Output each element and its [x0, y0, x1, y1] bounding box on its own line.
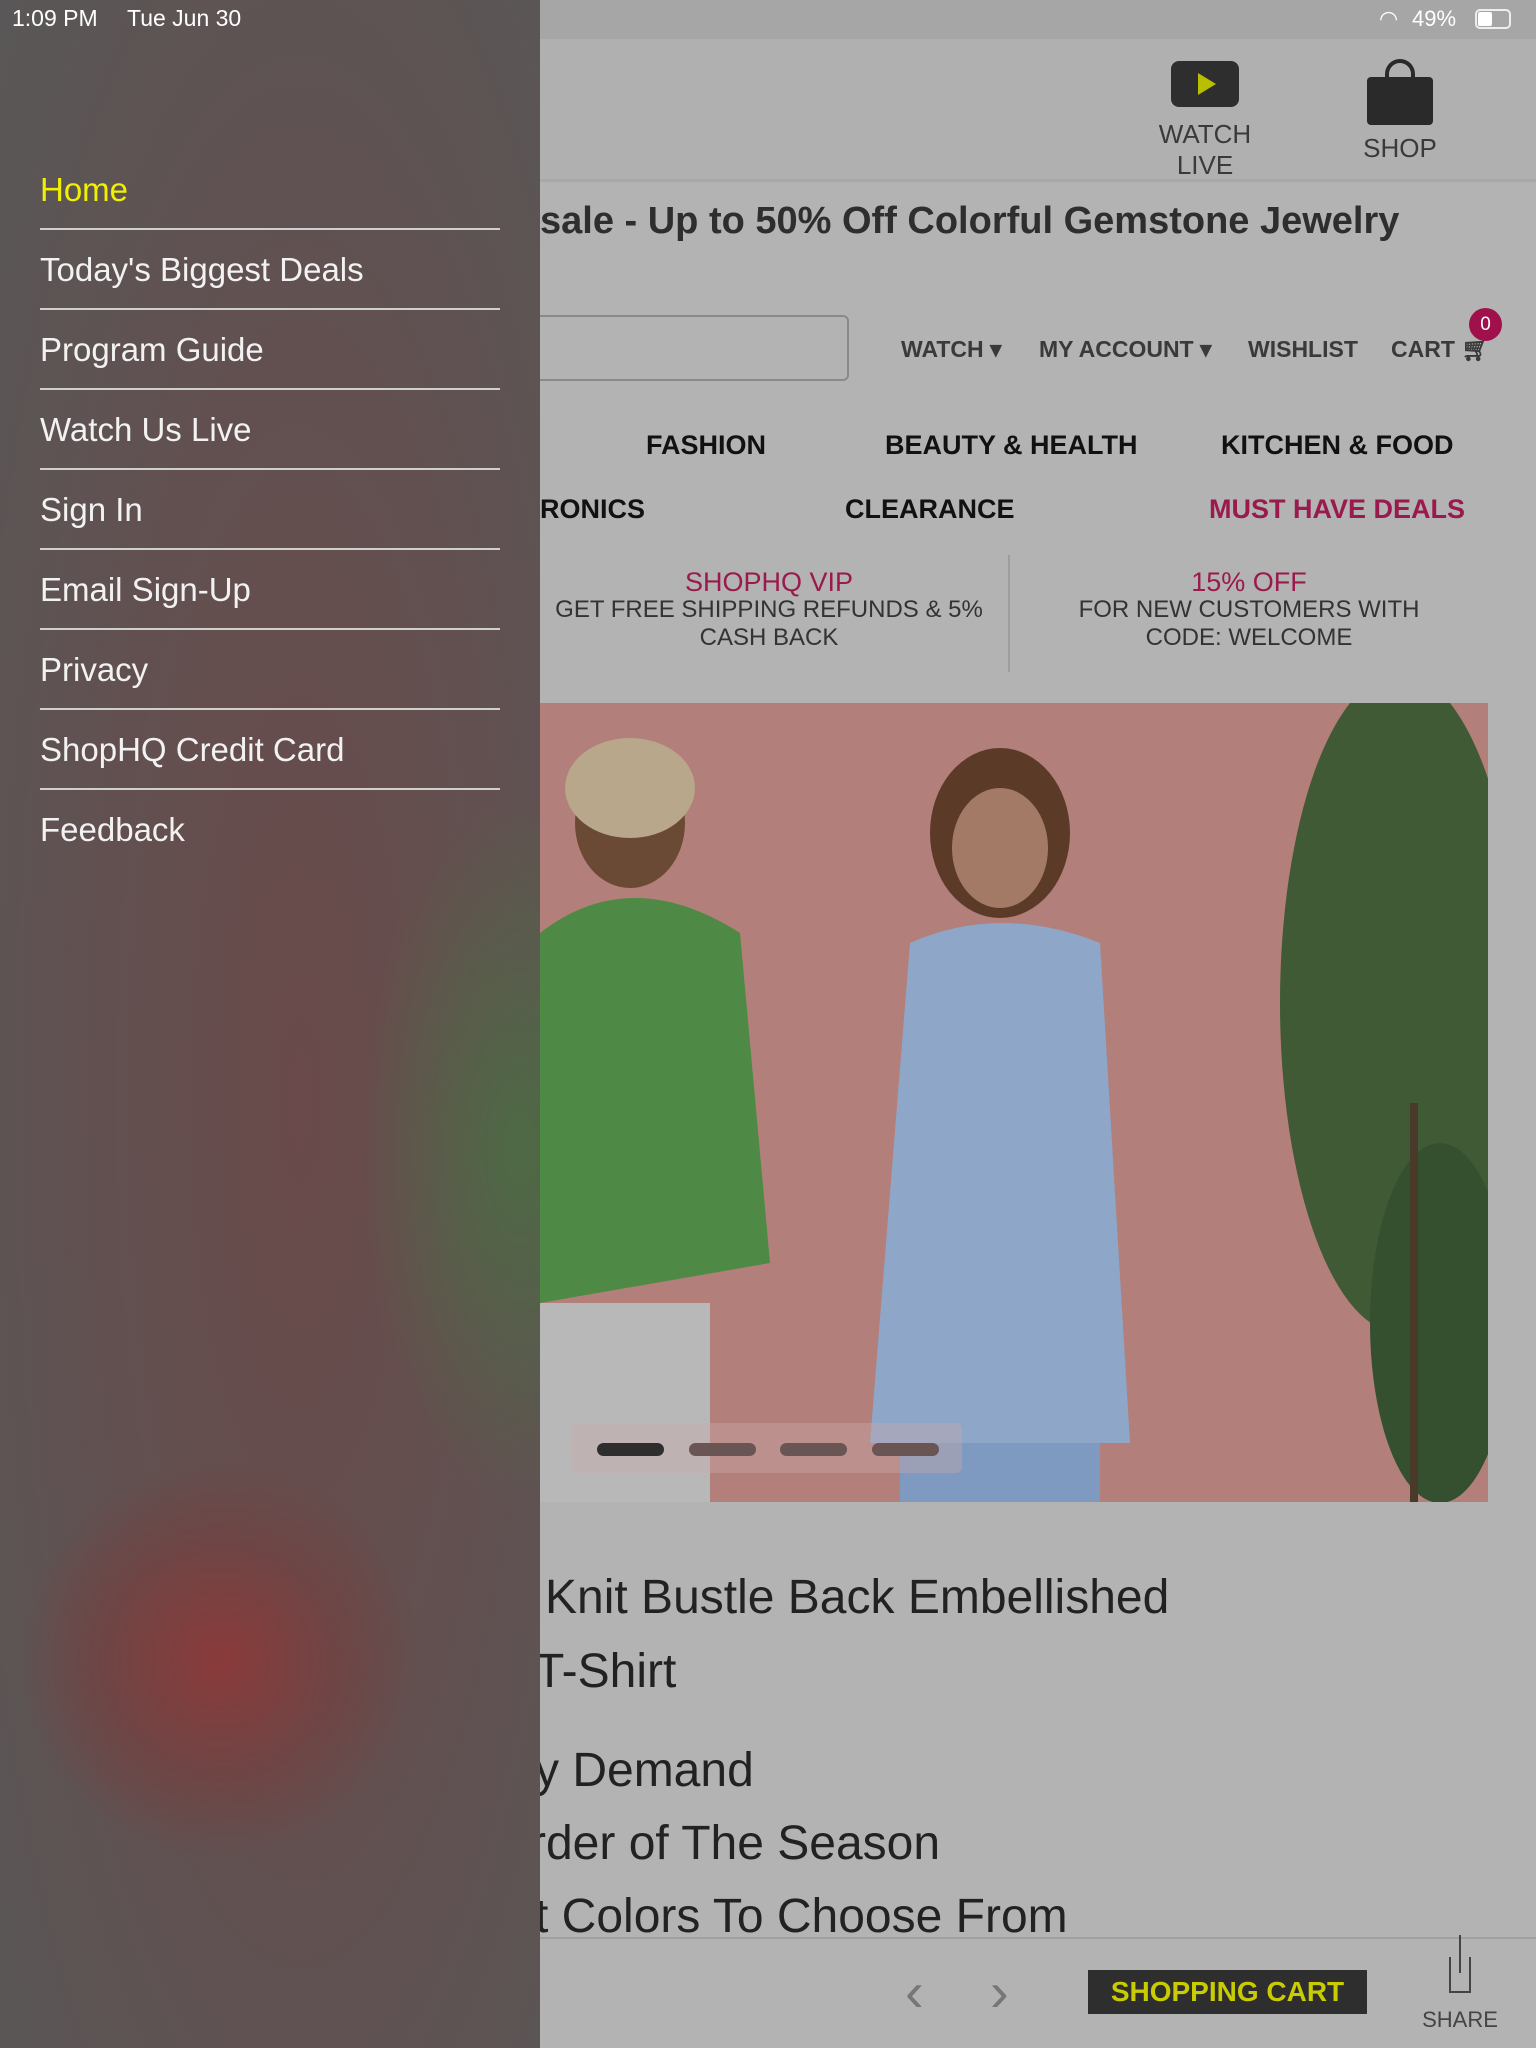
battery-icon [1475, 9, 1511, 29]
cart-link[interactable]: CART 🛒︎ [1391, 336, 1490, 363]
promo-text: FOR NEW CUSTOMERS WITH [1078, 596, 1420, 623]
wishlist-link[interactable]: WISHLIST [1248, 336, 1358, 363]
category-must-have-deals[interactable]: MUST HAVE DEALS [1209, 494, 1465, 525]
hero-image [540, 703, 1488, 1502]
menu-item-home[interactable]: Home [40, 150, 500, 230]
share-icon [1449, 1935, 1471, 1993]
menu-item-program-guide[interactable]: Program Guide [40, 310, 500, 390]
promo-vip[interactable]: SHOPHQ VIP GET FREE SHIPPING REFUNDS & 5… [540, 568, 998, 652]
watch-label: WATCH [901, 336, 984, 362]
menu-item-sign-in[interactable]: Sign In [40, 470, 500, 550]
product-title: T-Shirt [535, 1645, 677, 1698]
category-kitchen-food[interactable]: KITCHEN & FOOD [1221, 430, 1454, 461]
shopping-cart-button[interactable]: SHOPPING CART [1088, 1970, 1367, 2014]
status-time: 1:09 PM [12, 5, 98, 31]
watch-live-button[interactable]: WATCH LIVE [1135, 61, 1275, 181]
side-menu: 1:09 PM Tue Jun 30 Home Today's Biggest … [0, 0, 540, 2048]
wifi-icon: ◠ [1379, 6, 1399, 31]
forward-chevron-icon[interactable]: › [990, 1959, 1009, 2024]
product-bullet: y Demand [535, 1744, 754, 1797]
promo-heading: 15% OFF [1191, 567, 1307, 597]
bottom-toolbar: ‹ › SHOPPING CART SHARE [540, 1935, 1536, 2048]
watch-menu[interactable]: WATCH ▾ [901, 336, 1002, 363]
shopping-bag-icon [1367, 59, 1433, 125]
product-title: Knit Bustle Back Embellished [545, 1571, 1170, 1624]
promo-divider [1008, 555, 1010, 672]
cart-label: CART [1391, 336, 1455, 362]
menu-item-privacy[interactable]: Privacy [40, 630, 500, 710]
menu-item-feedback[interactable]: Feedback [40, 790, 500, 870]
my-account-label: MY ACCOUNT [1039, 336, 1194, 362]
product-bullet: t Colors To Choose From [535, 1890, 1068, 1943]
promo-text: CASH BACK [699, 624, 839, 651]
share-label: SHARE [1422, 2007, 1498, 2032]
category-clearance[interactable]: CLEARANCE [845, 494, 1015, 525]
hero-carousel[interactable] [540, 703, 1488, 1502]
caret-down-icon: ▾ [1200, 336, 1212, 362]
promo-text: CODE: WELCOME [1145, 624, 1353, 651]
menu-item-watch-us-live[interactable]: Watch Us Live [40, 390, 500, 470]
back-chevron-icon[interactable]: ‹ [905, 1959, 924, 2024]
my-account-menu[interactable]: MY ACCOUNT ▾ [1039, 336, 1212, 363]
shop-label: SHOP [1363, 133, 1437, 163]
caret-down-icon: ▾ [990, 336, 1002, 362]
menu-item-credit-card[interactable]: ShopHQ Credit Card [40, 710, 500, 790]
battery-percent: 49% [1412, 6, 1457, 31]
promo-banner[interactable]: sale - Up to 50% Off Colorful Gemstone J… [540, 200, 1399, 243]
status-date: Tue Jun 30 [127, 5, 242, 31]
share-button[interactable]: SHARE [1420, 1935, 1500, 2033]
promo-discount[interactable]: 15% OFF FOR NEW CUSTOMERS WITH CODE: WEL… [1020, 568, 1478, 652]
play-icon [1171, 61, 1239, 107]
promo-heading: SHOPHQ VIP [684, 567, 854, 597]
app-header: WATCH LIVE SHOP [540, 39, 1536, 182]
category-electronics[interactable]: RONICS [540, 494, 645, 525]
carousel-indicators [572, 1423, 962, 1473]
category-fashion[interactable]: FASHION [646, 430, 766, 461]
carousel-dot[interactable] [780, 1443, 847, 1456]
category-beauty-health[interactable]: BEAUTY & HEALTH [885, 430, 1138, 461]
cart-count-badge: 0 [1469, 308, 1502, 341]
carousel-dot[interactable] [689, 1443, 756, 1456]
watch-live-label: WATCH LIVE [1158, 119, 1252, 180]
search-input[interactable] [520, 315, 849, 381]
carousel-dot-active[interactable] [597, 1443, 664, 1456]
menu-item-email-sign-up[interactable]: Email Sign-Up [40, 550, 500, 630]
shop-button[interactable]: SHOP [1360, 59, 1440, 164]
promo-text: GET FREE SHIPPING REFUNDS & 5% [555, 596, 983, 623]
menu-item-todays-biggest-deals[interactable]: Today's Biggest Deals [40, 230, 500, 310]
product-bullet: rder of The Season [530, 1817, 941, 1870]
carousel-dot[interactable] [872, 1443, 939, 1456]
